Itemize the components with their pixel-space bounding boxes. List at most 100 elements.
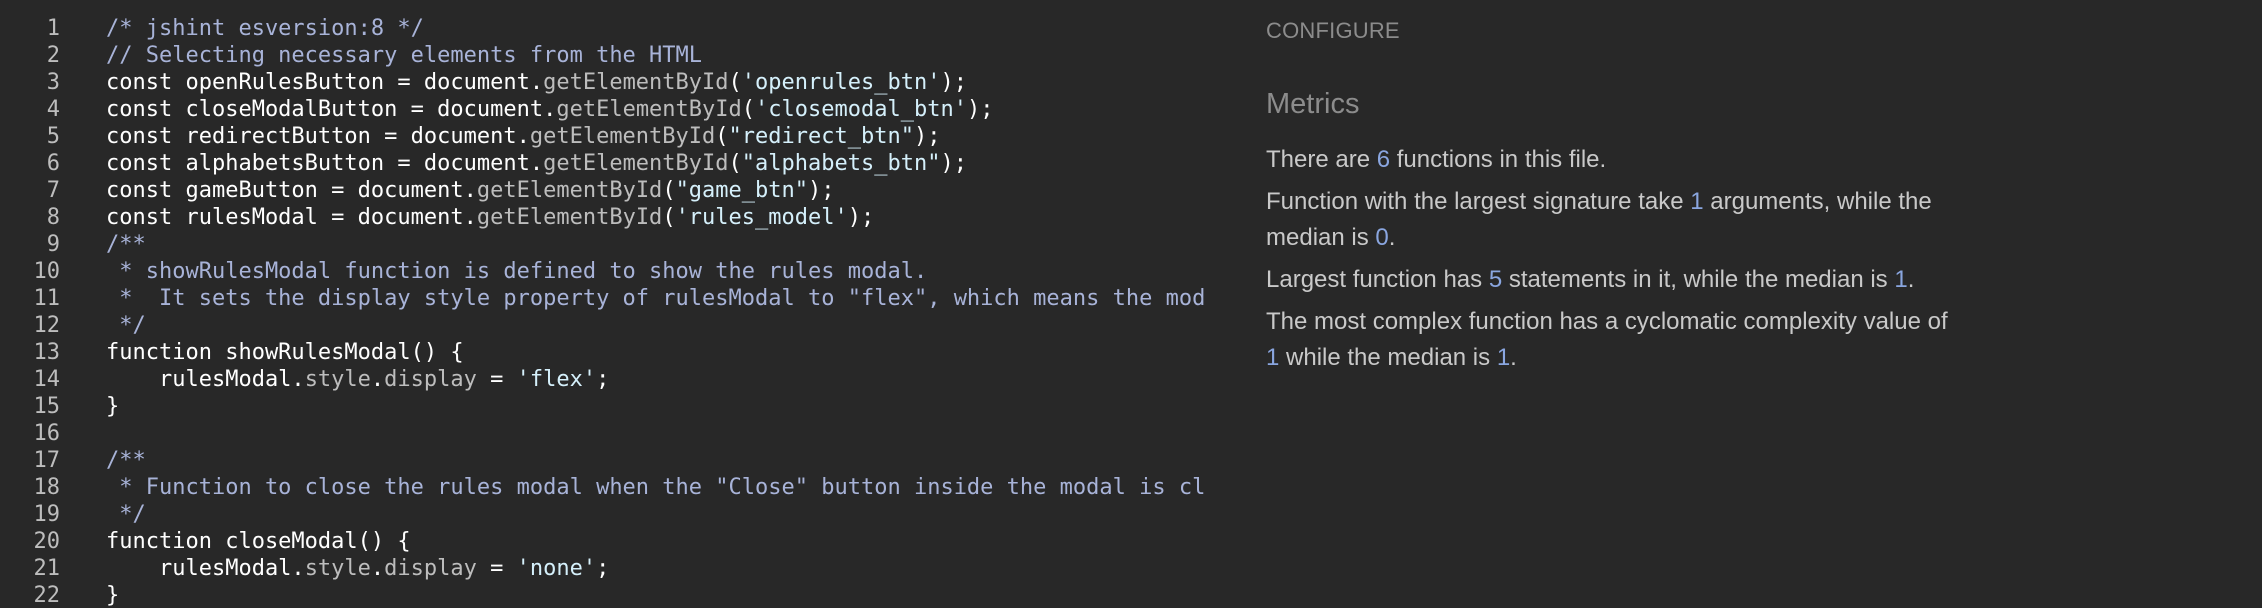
line-number: 6 <box>46 151 60 176</box>
code-token-plain: ); <box>966 97 994 122</box>
code-token-comment: * showRulesModal function is defined to … <box>106 259 928 284</box>
line-code: * Function to close the rules modal when… <box>106 474 1226 501</box>
metric-text: The most complex function has a cyclomat… <box>1266 308 1948 335</box>
code-token-plain: const closeModalButton = document. <box>106 97 557 122</box>
line-code: function closeModal() { <box>106 528 1226 555</box>
code-token-comment: /** <box>106 232 146 257</box>
line-code: // Selecting necessary elements from the… <box>106 42 1226 69</box>
line-number: 5 <box>46 124 60 149</box>
code-line[interactable]: 20 function closeModal() { <box>0 528 1226 555</box>
code-token-method: getElementById <box>543 151 729 176</box>
code-line[interactable]: 3 const openRulesButton = document.getEle… <box>0 69 1226 96</box>
line-number: 20 <box>33 529 61 554</box>
code-token-comment: * It sets the display style property of … <box>106 286 1206 311</box>
code-line[interactable]: 14 rulesModal.style.display = 'flex'; <box>0 366 1226 393</box>
code-line[interactable]: 7 const gameButton = document.getElementB… <box>0 177 1226 204</box>
code-token-plain: function closeModal() { <box>106 529 411 554</box>
code-line[interactable]: 10 * showRulesModal function is defined … <box>0 258 1226 285</box>
code-token-plain: . <box>370 367 385 392</box>
code-token-plain: const rulesModal = document. <box>106 205 477 230</box>
code-token-plain: ( <box>728 151 742 176</box>
code-token-string: 'openrules_btn' <box>741 70 941 95</box>
code-token-method: getElementById <box>556 97 742 122</box>
code-token-plain: ); <box>940 70 967 95</box>
code-line[interactable]: 11 * It sets the display style property … <box>0 285 1226 312</box>
line-number: 10 <box>33 259 61 284</box>
code-token-string: 'flex' <box>516 367 597 392</box>
code-token-string: 'rules_model' <box>675 205 848 230</box>
code-token-plain: ( <box>728 70 742 95</box>
code-line[interactable]: 8 const rulesModal = document.getElementB… <box>0 204 1226 231</box>
code-editor[interactable]: 1 /* jshint esversion:8 */ 2 // Selecting n… <box>0 0 1226 608</box>
line-number: 22 <box>33 583 61 608</box>
line-code: const alphabetsButton = document.getElem… <box>106 150 1226 177</box>
line-code: } <box>106 582 1226 608</box>
code-line[interactable]: 15} <box>0 393 1226 420</box>
code-token-plain: const alphabetsButton = document. <box>106 151 544 176</box>
code-token-method: style <box>304 367 371 392</box>
code-line[interactable]: 21 rulesModal.style.display = 'none'; <box>0 555 1226 582</box>
code-line[interactable]: 13 function showRulesModal() { <box>0 339 1226 366</box>
code-line[interactable]: 5 const redirectButton = document.getElem… <box>0 123 1226 150</box>
code-token-plain: ; <box>596 367 610 392</box>
code-line[interactable]: 18 * Function to close the rules modal w… <box>0 474 1226 501</box>
code-line[interactable]: 2 // Selecting necessary elements from th… <box>0 42 1226 69</box>
code-token-string: 'closemodal_btn' <box>755 97 967 122</box>
metric-text: . <box>1510 344 1517 371</box>
code-token-plain: ); <box>940 151 967 176</box>
metric-value: 1 <box>1690 188 1704 215</box>
metric-text: statements in it, while the median is <box>1502 266 1895 293</box>
code-token-method: getElementById <box>543 70 729 95</box>
code-token-string: "alphabets_btn" <box>741 151 941 176</box>
code-line[interactable]: 16 <box>0 420 1226 447</box>
line-code: /** <box>106 231 1226 258</box>
jshint-app: 1 /* jshint esversion:8 */ 2 // Selecting n… <box>0 0 2262 608</box>
metric-text: functions in this file. <box>1390 146 1607 173</box>
code-line[interactable]: 1 /* jshint esversion:8 */ <box>0 15 1226 42</box>
code-line[interactable]: 12 */ <box>0 312 1226 339</box>
code-token-method: display <box>384 556 477 581</box>
code-token-plain: ); <box>847 205 875 230</box>
code-line[interactable]: 9 /** <box>0 231 1226 258</box>
configure-link[interactable]: CONFIGURE <box>1266 18 1400 44</box>
line-code: * It sets the display style property of … <box>106 285 1226 312</box>
code-token-method: getElementById <box>529 124 716 149</box>
code-token-string: 'none' <box>516 556 597 581</box>
code-token-method: display <box>384 367 477 392</box>
code-line[interactable]: 17 /** <box>0 447 1226 474</box>
code-line[interactable]: 22} <box>0 582 1226 608</box>
code-line[interactable]: 6 const alphabetsButton = document.getEle… <box>0 150 1226 177</box>
metric-value: 6 <box>1376 146 1391 173</box>
code-token-plain: ( <box>662 178 676 203</box>
code-token-comment: * Function to close the rules modal when… <box>106 475 1206 500</box>
metric-functions-count: There are 6 functions in this file. <box>1266 142 1986 178</box>
line-number: 18 <box>33 475 61 500</box>
code-line[interactable]: 4 const closeModalButton = document.getEl… <box>0 96 1226 123</box>
line-code: */ <box>106 312 1226 339</box>
line-number: 4 <box>46 97 60 122</box>
code-token-plain: } <box>106 583 120 608</box>
line-number: 9 <box>46 232 60 257</box>
metrics-heading: Metrics <box>1266 88 1360 120</box>
code-token-plain: . <box>370 556 385 581</box>
metric-largest-signature: Function with the largest signature take… <box>1266 184 1966 256</box>
line-number: 11 <box>33 286 61 311</box>
code-token-plain: ( <box>715 124 729 149</box>
code-token-string: "game_btn" <box>675 178 809 203</box>
code-token-comment: /** <box>106 448 146 473</box>
metric-text: . <box>1388 224 1396 251</box>
line-code: function showRulesModal() { <box>106 339 1226 366</box>
code-token-method: getElementById <box>476 205 663 230</box>
line-number: 3 <box>46 70 60 95</box>
code-token-plain: ); <box>913 124 941 149</box>
code-token-comment: */ <box>106 502 146 527</box>
metric-value: 1 <box>1496 344 1511 371</box>
metric-text: There are <box>1266 146 1377 173</box>
code-token-plain: rulesModal. <box>106 367 305 392</box>
code-token-plain: const gameButton = document. <box>106 178 477 203</box>
line-code: * showRulesModal function is defined to … <box>106 258 1226 285</box>
line-code: rulesModal.style.display = 'none'; <box>106 555 1226 582</box>
line-code: */ <box>106 501 1226 528</box>
code-line[interactable]: 19 */ <box>0 501 1226 528</box>
line-code: const gameButton = document.getElementBy… <box>106 177 1226 204</box>
